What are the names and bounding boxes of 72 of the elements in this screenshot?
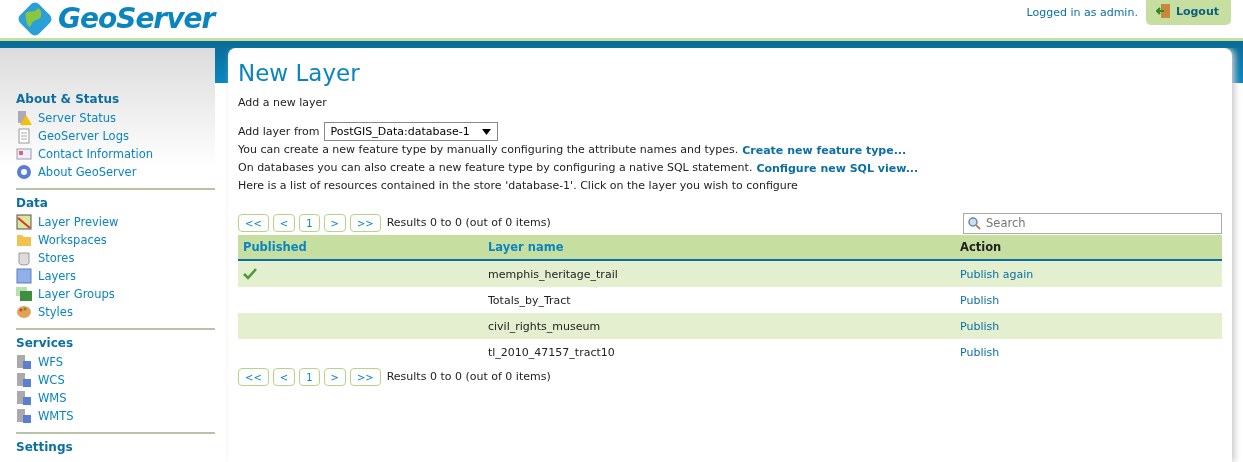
- dropdown-caret-icon: [481, 128, 491, 135]
- sidebar-item[interactable]: GeoServer Logs: [16, 127, 215, 145]
- info-text: You can create a new feature type by manually configuring the attribute names and types.: [238, 142, 739, 158]
- layer-name-cell-text: civil_rights_museum: [487, 318, 602, 335]
- store-dropdown[interactable]: PostGIS_Data:database-1: [323, 122, 498, 141]
- server-icon: [16, 390, 32, 406]
- document-icon: [16, 128, 32, 144]
- database-icon: [16, 250, 32, 266]
- pager-button[interactable]: >>: [349, 214, 381, 232]
- server-warning-icon: [16, 110, 32, 126]
- layer-name-cell-text: Totals_by_Tract: [487, 292, 572, 309]
- page-subtitle: Add a new layer: [238, 95, 328, 111]
- sidebar-item[interactable]: WCS: [16, 371, 215, 389]
- sidebar-item[interactable]: Stores: [16, 249, 215, 267]
- layer-icon: [16, 268, 32, 284]
- folder-icon: [16, 232, 32, 248]
- sidebar-heading: Settings: [16, 440, 74, 454]
- sidebar-item[interactable]: Server Status: [16, 109, 215, 127]
- pager-button[interactable]: <<: [238, 214, 269, 232]
- publish-link[interactable]: Publish: [960, 293, 1000, 307]
- logout-button[interactable]: Logout: [1145, 0, 1231, 25]
- sidebar-item[interactable]: Layer Groups: [16, 285, 215, 303]
- pager-button[interactable]: <<: [238, 368, 269, 386]
- server-icon: [16, 354, 32, 370]
- pager-button[interactable]: >: [323, 214, 346, 232]
- info-text: On databases you can also create a new feature type by configuring a native SQL statement.: [238, 160, 753, 176]
- sidebar-item[interactable]: Styles: [16, 303, 215, 321]
- sidebar-item[interactable]: About GeoServer: [16, 163, 215, 181]
- table-row[interactable]: memphis_heritage_trail Publish again: [238, 261, 1222, 287]
- palette-icon: [16, 304, 32, 320]
- pager-button[interactable]: <: [272, 368, 296, 386]
- search-field[interactable]: Search: [963, 212, 1222, 234]
- server-icon: [16, 372, 32, 388]
- page-title: New Layer: [238, 60, 361, 86]
- sidebar-heading: Data: [16, 196, 49, 210]
- results-text: Results 0 to 0 (out of 0 items): [386, 215, 551, 231]
- column-header[interactable]: Published: [238, 235, 483, 261]
- server-icon: [16, 408, 32, 424]
- sidebar-heading: Services: [16, 336, 75, 350]
- publish-link[interactable]: Publish: [960, 345, 1000, 359]
- logo-text: GeoServer: [58, 1, 215, 37]
- sidebar-item[interactable]: WMS: [16, 389, 215, 407]
- pager-button[interactable]: >>: [349, 368, 381, 386]
- results-text: Results 0 to 0 (out of 0 items): [386, 369, 551, 385]
- info-text: Here is a list of resources contained in the store 'database-1'. Click on the layer you wish to configure: [238, 178, 798, 194]
- pager-button[interactable]: >: [323, 368, 346, 386]
- pager-button[interactable]: 1: [299, 214, 320, 232]
- sidebar-heading: About & Status: [16, 92, 121, 106]
- door-exit-icon: [1155, 3, 1172, 19]
- contact-card-icon: [16, 146, 32, 162]
- publish-link[interactable]: Publish: [960, 319, 1000, 333]
- sidebar-item[interactable]: Layers: [16, 267, 215, 285]
- action-link[interactable]: Create new feature type...: [742, 143, 907, 157]
- column-header[interactable]: Layer name: [483, 235, 955, 261]
- sidebar-item[interactable]: Layer Preview: [16, 213, 215, 231]
- layer-groups-icon: [16, 286, 32, 302]
- column-header[interactable]: Action: [955, 235, 1222, 261]
- action-link[interactable]: Configure new SQL view...: [756, 161, 919, 175]
- search-icon: [968, 216, 981, 230]
- table-row[interactable]: civil_rights_museum Publish: [238, 313, 1222, 339]
- sidebar-item[interactable]: Contact Information: [16, 145, 215, 163]
- sidebar-item[interactable]: WMTS: [16, 407, 215, 425]
- pager-button[interactable]: <: [272, 214, 296, 232]
- sidebar-item[interactable]: WFS: [16, 353, 215, 371]
- map-preview-icon: [16, 214, 32, 230]
- sidebar-item[interactable]: Workspaces: [16, 231, 215, 249]
- store-label: Add layer from: [238, 123, 320, 140]
- layer-name-cell-text: memphis_heritage_trail: [487, 266, 619, 283]
- publish-link[interactable]: Publish again: [960, 267, 1034, 281]
- pager-button[interactable]: 1: [299, 368, 320, 386]
- login-status: Logged in as admin.: [1026, 6, 1138, 19]
- layer-name-cell-text: tl_2010_47157_tract10: [487, 344, 616, 361]
